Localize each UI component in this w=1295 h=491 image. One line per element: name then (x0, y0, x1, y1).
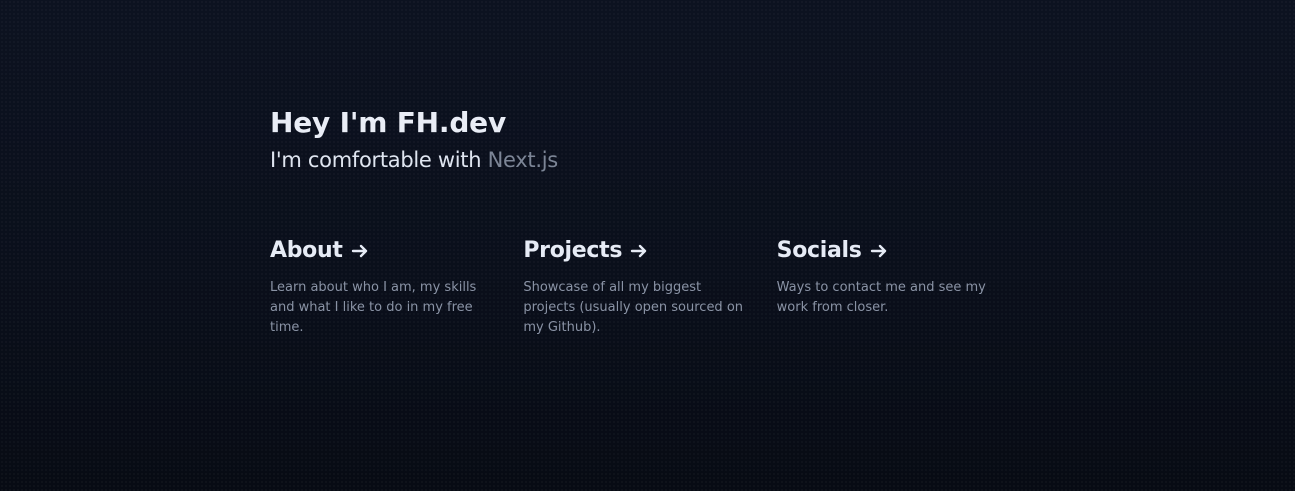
page-title: Hey I'm FH.dev (270, 106, 507, 139)
about-card-link[interactable]: About Learn about who I am, my skills an… (270, 236, 523, 338)
arrow-right-icon (351, 244, 367, 258)
about-card-description: Learn about who I am, my skills and what… (270, 280, 477, 335)
about-card-heading[interactable]: About (270, 236, 523, 266)
projects-card-link[interactable]: Projects Showcase of all my biggest proj… (523, 236, 776, 338)
nav-cards: About Learn about who I am, my skills an… (270, 236, 1030, 338)
hero-section: Hey I'm FH.dev I'm comfortable with Next… (270, 104, 1030, 338)
projects-card-description: Showcase of all my biggest projects (usu… (523, 280, 744, 335)
about-card-title: About (270, 238, 343, 263)
projects-card-title: Projects (523, 238, 623, 263)
arrow-right-icon (630, 244, 647, 258)
socials-card-heading[interactable]: Socials (777, 236, 1030, 266)
tagline: I'm comfortable with Next.js (270, 146, 1030, 174)
socials-card-description: Ways to contact me and see my work from … (776, 280, 986, 315)
arrow-right-icon (870, 244, 886, 258)
socials-card-title: Socials (776, 238, 862, 263)
tagline-prefix: I'm comfortable with (270, 148, 482, 172)
socials-card-link[interactable]: Socials Ways to contact me and see my wo… (777, 236, 1030, 338)
tagline-tech: Next.js (487, 148, 559, 172)
projects-card-heading[interactable]: Projects (523, 236, 776, 266)
